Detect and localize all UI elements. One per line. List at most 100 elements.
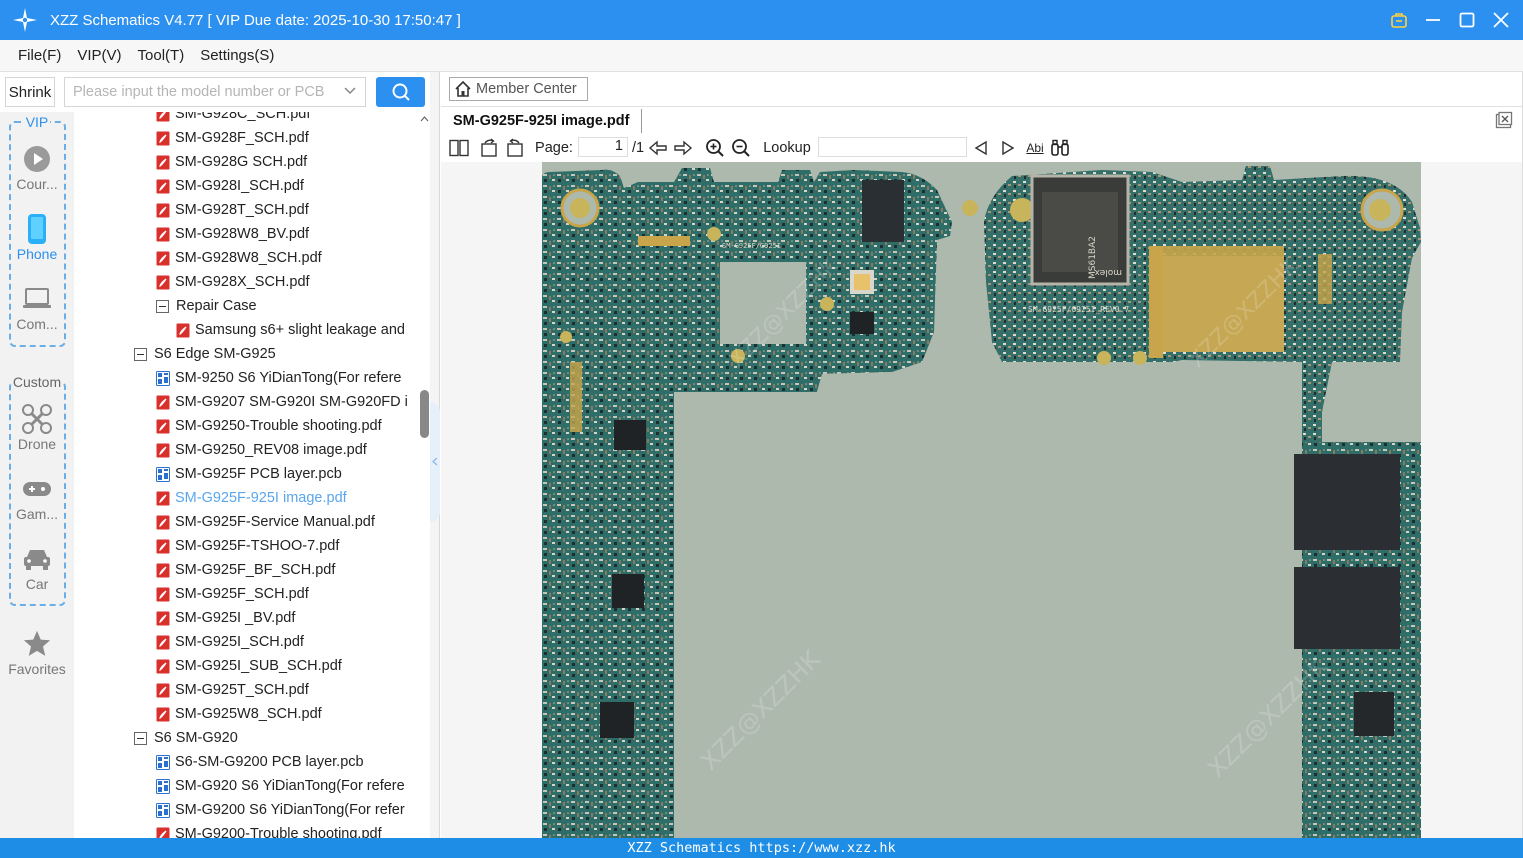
lookup-input[interactable] xyxy=(818,137,967,157)
chevron-down-icon[interactable] xyxy=(343,84,357,102)
collapse-tab[interactable] xyxy=(430,402,440,522)
tree-folder[interactable]: S6 SM-G920 xyxy=(134,726,238,750)
tree-file-item[interactable]: SM-G925F PCB layer.pcb xyxy=(156,462,342,486)
tree-file-item[interactable]: SM-G928G SCH.pdf xyxy=(156,150,307,174)
pdf-file-icon xyxy=(156,112,170,121)
tree-file-item[interactable]: SM-G925F_SCH.pdf xyxy=(156,582,309,606)
collapse-toggle-icon[interactable] xyxy=(134,731,147,745)
tree-file-item[interactable]: SM-G9200 S6 YiDianTong(For refer xyxy=(156,798,405,822)
tree-folder[interactable]: S6 Edge SM-G925 xyxy=(134,342,276,366)
category-phone[interactable]: Phone xyxy=(0,212,74,262)
category-favorites[interactable]: Favorites xyxy=(0,627,74,677)
tree-file-item[interactable]: SM-G928W8_BV.pdf xyxy=(156,222,309,246)
zoom-out-icon[interactable] xyxy=(730,137,752,159)
tree-file-item[interactable]: SM-G925I _BV.pdf xyxy=(156,606,295,630)
document-tab[interactable]: SM-G925F-925I image.pdf xyxy=(453,109,643,133)
tree-file-item[interactable]: SM-G928I_SCH.pdf xyxy=(156,174,304,198)
two-page-icon[interactable] xyxy=(448,137,470,159)
pcb-board-graphic: SM-G925F/G925I SM-G925F/G925I_REV0.7 MS6… xyxy=(542,166,1421,838)
tree-file-item[interactable]: SM-G928W8_SCH.pdf xyxy=(156,246,322,270)
category-game[interactable]: Gam... xyxy=(0,472,74,522)
panel-splitter[interactable] xyxy=(430,72,440,838)
tree-file-item[interactable]: SM-G928C_SCH.pdf xyxy=(156,112,310,126)
page-label: Page: xyxy=(535,140,573,156)
tree-file-item[interactable]: SM-G925F-925I image.pdf xyxy=(156,486,347,510)
pcb-file-icon xyxy=(156,370,170,386)
tree-item-label: SM-G925T_SCH.pdf xyxy=(175,682,309,698)
menu-file[interactable]: File(F) xyxy=(10,47,69,64)
vip-bag-icon[interactable] xyxy=(1387,8,1411,32)
tree-file-item[interactable]: SM-G925I_SCH.pdf xyxy=(156,630,304,654)
prev-page-icon[interactable] xyxy=(647,137,669,159)
zoom-in-icon[interactable] xyxy=(704,137,726,159)
category-sidebar: VIP Cour... Phone Com... Custom Drone Ga… xyxy=(0,112,74,838)
tree-file-item[interactable]: S6-SM-G9200 PCB layer.pcb xyxy=(156,750,364,774)
category-car[interactable]: Car xyxy=(0,542,74,592)
tree-item-label: SM-G9250_REV08 image.pdf xyxy=(175,442,367,458)
category-label: Com... xyxy=(16,316,58,332)
pdf-file-icon xyxy=(156,419,170,433)
tree-file-item[interactable]: SM-G9200-Trouble shooting.pdf xyxy=(156,822,382,838)
tree-file-item[interactable]: SM-G9250-Trouble shooting.pdf xyxy=(156,414,382,438)
match-case-button[interactable]: Abi xyxy=(1023,137,1047,159)
tree-file-item[interactable]: SM-G928X_SCH.pdf xyxy=(156,270,310,294)
document-viewer[interactable]: SM-G925F/G925I SM-G925F/G925I_REV0.7 MS6… xyxy=(441,162,1523,838)
tree-file-item[interactable]: SM-G925F_BF_SCH.pdf xyxy=(156,558,335,582)
tree-file-item[interactable]: SM-G9250_REV08 image.pdf xyxy=(156,438,367,462)
pcb-file-icon xyxy=(156,802,170,818)
pdf-file-icon xyxy=(156,659,170,673)
pdf-file-icon xyxy=(156,395,170,409)
collapse-toggle-icon[interactable] xyxy=(156,299,169,313)
close-tabs-icon[interactable] xyxy=(1495,111,1513,132)
category-label: Favorites xyxy=(8,661,66,677)
binoculars-icon[interactable] xyxy=(1049,137,1071,159)
page-number-input[interactable]: 1 xyxy=(578,137,628,157)
close-button[interactable] xyxy=(1489,8,1513,32)
collapse-toggle-icon[interactable] xyxy=(134,347,147,361)
tree-file-item[interactable]: SM-G928F_SCH.pdf xyxy=(156,126,309,150)
menu-vip[interactable]: VIP(V) xyxy=(69,47,129,64)
pdf-file-icon xyxy=(156,203,170,217)
minimize-button[interactable] xyxy=(1421,8,1445,32)
tree-file-item[interactable]: SM-G925T_SCH.pdf xyxy=(156,678,309,702)
tree-scroll-thumb[interactable] xyxy=(420,390,429,438)
category-drone[interactable]: Drone xyxy=(0,402,74,452)
find-prev-icon[interactable] xyxy=(971,137,991,159)
tree-folder[interactable]: Repair Case xyxy=(156,294,257,318)
find-next-icon[interactable] xyxy=(998,137,1018,159)
shrink-button[interactable]: Shrink xyxy=(5,77,55,107)
maximize-button[interactable] xyxy=(1455,8,1479,32)
tree-file-item[interactable]: Samsung s6+ slight leakage and xyxy=(176,318,405,342)
category-courses[interactable]: Cour... xyxy=(0,142,74,192)
pcb-file-icon xyxy=(156,466,170,482)
tree-file-item[interactable]: SM-G925F-TSHOO-7.pdf xyxy=(156,534,339,558)
app-logo-icon xyxy=(0,0,50,40)
gamepad-icon xyxy=(23,482,51,496)
menu-tool[interactable]: Tool(T) xyxy=(130,47,193,64)
tree-file-item[interactable]: SM-9250 S6 YiDianTong(For refere xyxy=(156,366,401,390)
tree-item-label: SM-G925F PCB layer.pcb xyxy=(175,466,342,482)
tree-file-item[interactable]: SM-G925F-Service Manual.pdf xyxy=(156,510,375,534)
search-button[interactable] xyxy=(376,77,425,107)
pdf-file-icon xyxy=(156,635,170,649)
pcb-board-image[interactable]: SM-G925F/G925I SM-G925F/G925I_REV0.7 MS6… xyxy=(542,162,1421,838)
pdf-file-icon xyxy=(156,515,170,529)
search-placeholder: Please input the model number or PCB xyxy=(73,84,325,100)
tree-item-label: SM-G928W8_SCH.pdf xyxy=(175,250,322,266)
tree-file-item[interactable]: SM-G925I_SUB_SCH.pdf xyxy=(156,654,342,678)
tree-item-label: SM-G925F-925I image.pdf xyxy=(175,490,347,506)
next-page-icon[interactable] xyxy=(672,137,694,159)
search-input[interactable]: Please input the model number or PCB xyxy=(64,77,366,107)
rotate-right-icon[interactable] xyxy=(504,137,526,159)
tree-file-item[interactable]: SM-G9207 SM-G920I SM-G920FD i xyxy=(156,390,408,414)
tree-file-item[interactable]: SM-G925W8_SCH.pdf xyxy=(156,702,322,726)
member-center-button[interactable]: Member Center xyxy=(449,77,588,101)
tree-file-item[interactable]: SM-G920 S6 YiDianTong(For refere xyxy=(156,774,405,798)
scroll-up-icon[interactable] xyxy=(420,116,429,122)
tree-scrollbar[interactable] xyxy=(418,112,430,838)
tree-file-item[interactable]: SM-G928T_SCH.pdf xyxy=(156,198,309,222)
tree-item-label: SM-G928C_SCH.pdf xyxy=(175,112,311,122)
rotate-left-icon[interactable] xyxy=(478,137,500,159)
category-computer[interactable]: Com... xyxy=(0,282,74,332)
menu-settings[interactable]: Settings(S) xyxy=(192,47,282,64)
